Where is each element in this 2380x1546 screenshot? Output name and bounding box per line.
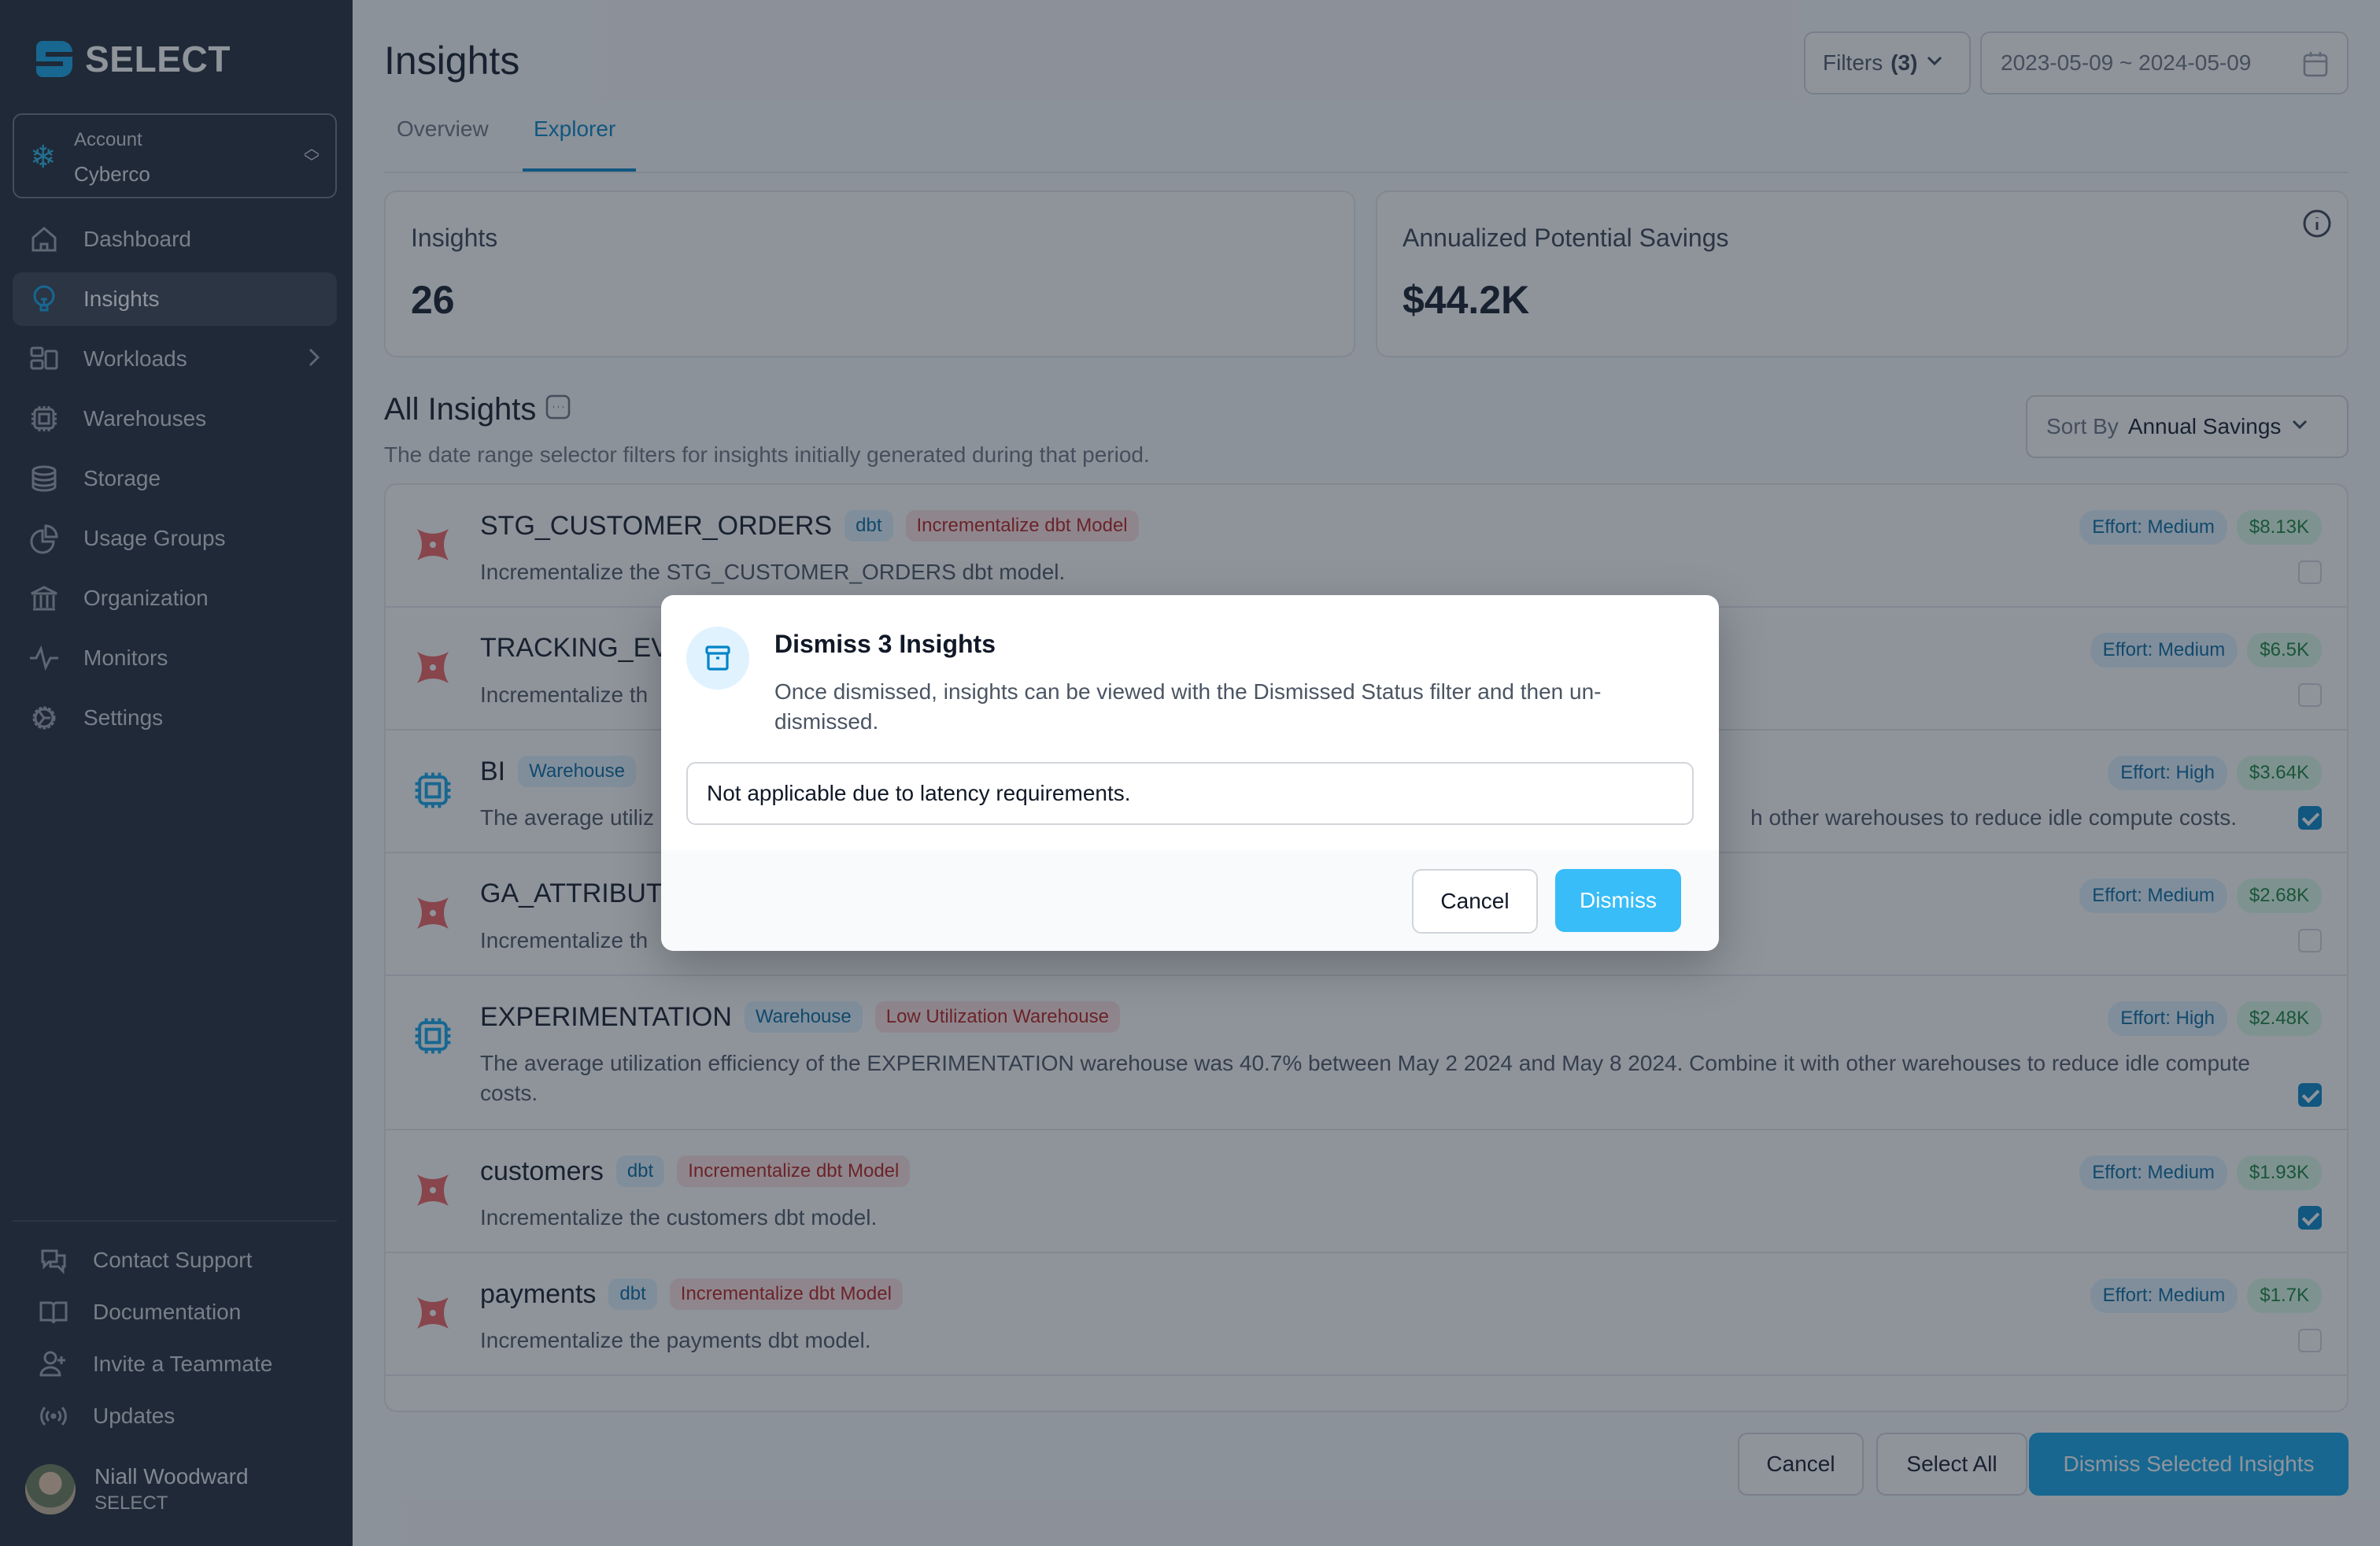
archive-box-icon [686,627,749,690]
dismiss-reason-input[interactable] [686,762,1694,825]
dialog-title: Dismiss 3 Insights [774,630,996,658]
dialog-description: Once dismissed, insights can be viewed w… [774,679,1602,734]
dismiss-dialog: Dismiss 3 Insights Once dismissed, insig… [661,595,1719,951]
dialog-cancel-button[interactable]: Cancel [1412,869,1538,934]
dialog-dismiss-button[interactable]: Dismiss [1555,869,1681,932]
dialog-footer: Cancel Dismiss [661,850,1719,951]
